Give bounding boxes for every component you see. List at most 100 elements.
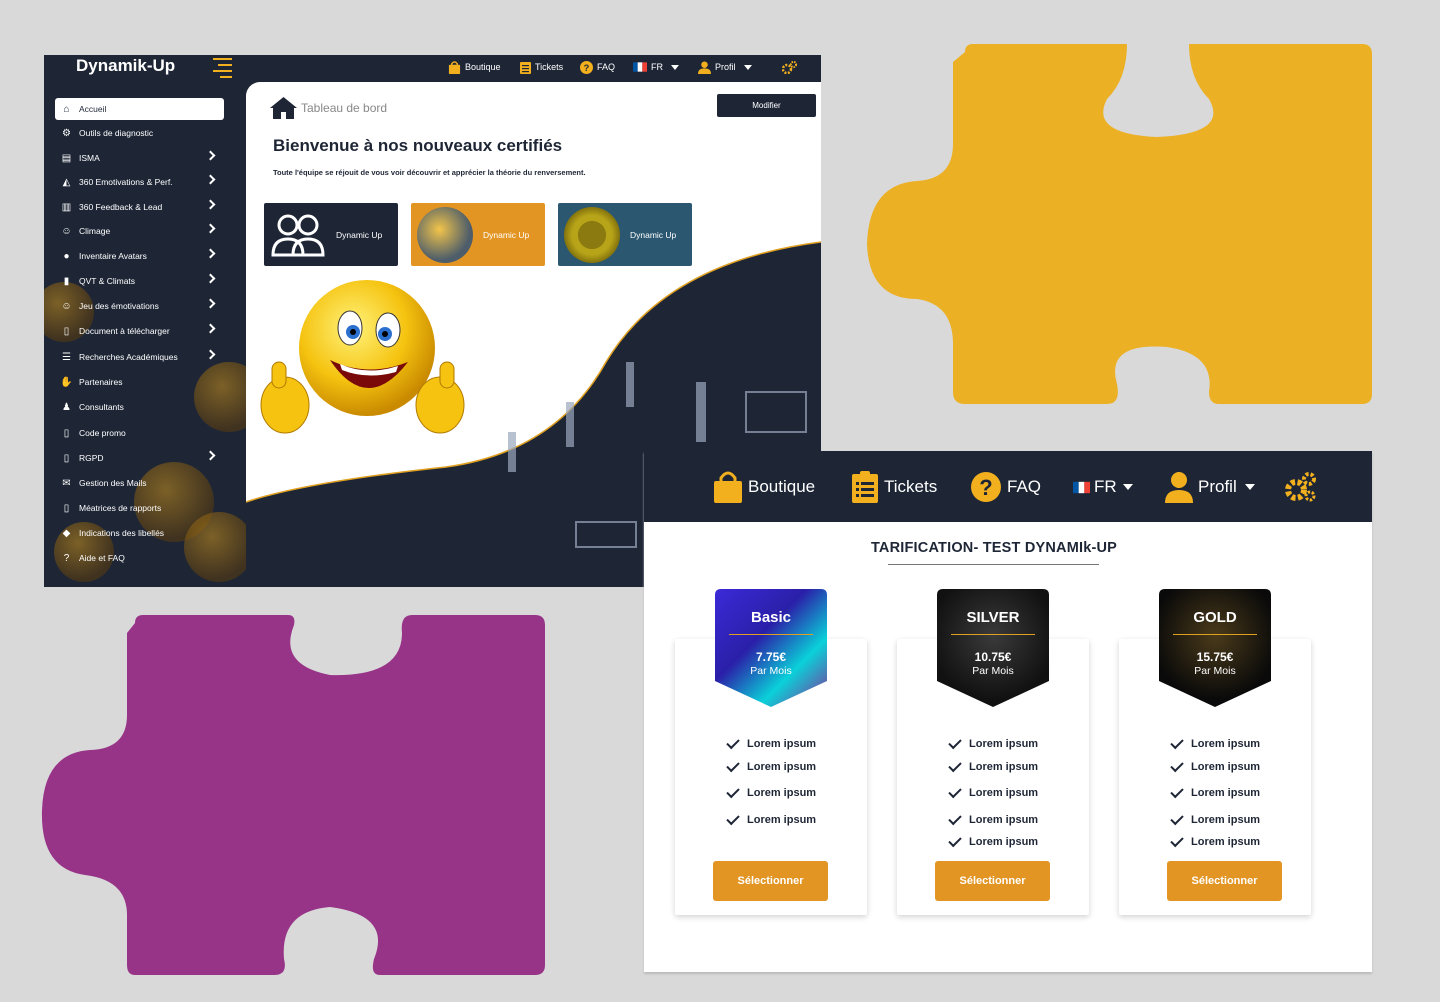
nav-faq[interactable]: ? FAQ bbox=[580, 57, 615, 77]
yellow-puzzle-piece bbox=[867, 44, 1372, 404]
check-icon bbox=[948, 833, 962, 848]
question-circle-icon: ? bbox=[580, 60, 593, 74]
check-icon bbox=[948, 811, 962, 826]
chevron-right-icon bbox=[205, 273, 216, 284]
pricing-title: TARIFICATION- TEST DYNAMIk-UP bbox=[870, 540, 1118, 556]
dashboard-top-bar: Dynamik-Up Boutique Tickets ? FAQ FR Pro… bbox=[44, 55, 821, 82]
sidebar-item-label: Aide et FAQ bbox=[79, 553, 125, 563]
france-flag-icon bbox=[633, 62, 647, 72]
dynamic-up-card-1[interactable]: Dynamic Up bbox=[264, 203, 398, 266]
nav-shop-label: Boutique bbox=[748, 477, 816, 496]
check-icon bbox=[1170, 735, 1184, 750]
sidebar-item-10[interactable]: ▯ Document à télécharger bbox=[55, 320, 224, 342]
sidebar-item-14[interactable]: ▯ Code promo bbox=[55, 422, 224, 444]
plan-name: Basic bbox=[750, 609, 792, 626]
language-label: FR bbox=[1094, 477, 1117, 496]
hamburger-menu-icon[interactable] bbox=[213, 58, 232, 78]
language-select[interactable]: FR bbox=[1073, 471, 1133, 503]
dynamic-up-card-3[interactable]: Dynamic Up bbox=[558, 203, 692, 266]
sidebar-item-label: Code promo bbox=[79, 428, 126, 438]
plan-feature: Lorem ipsum bbox=[948, 811, 1038, 826]
nav-shop[interactable]: Boutique bbox=[448, 57, 501, 77]
svg-text:?: ? bbox=[979, 475, 992, 500]
profile-menu[interactable]: Profil bbox=[1165, 471, 1255, 503]
plan-feature: Lorem ipsum bbox=[726, 784, 816, 799]
check-icon bbox=[726, 784, 740, 799]
nav-tickets[interactable]: Tickets bbox=[520, 57, 563, 77]
nav-shop[interactable]: Boutique bbox=[713, 471, 815, 503]
dynamic-up-card-2[interactable]: Dynamic Up bbox=[411, 203, 545, 266]
modify-button[interactable]: Modifier bbox=[717, 94, 816, 117]
feature-label: Lorem ipsum bbox=[1191, 761, 1261, 773]
sidebar-item-12[interactable]: ✋ Partenaires bbox=[55, 371, 224, 393]
thumbs-up-smiley-image bbox=[260, 280, 465, 434]
sidebar-item-17[interactable]: ▯ Méatrices de rapports bbox=[55, 497, 224, 519]
check-icon bbox=[948, 784, 962, 799]
select-plan-button[interactable]: Sélectionner bbox=[713, 861, 828, 901]
sidebar-item-4[interactable]: ◭ 360 Emotivations & Perf. bbox=[55, 171, 224, 193]
sidebar-item-label: Jeu des émotivations bbox=[79, 301, 159, 311]
chevron-right-icon bbox=[205, 323, 216, 334]
list-icon: ☰ bbox=[62, 351, 71, 363]
chevron-right-icon bbox=[205, 248, 216, 259]
nav-faq[interactable]: ? FAQ bbox=[971, 471, 1041, 503]
plan-period: Par Mois bbox=[750, 665, 792, 677]
user-tie-icon: ♟ bbox=[62, 401, 71, 413]
plan-feature: Lorem ipsum bbox=[726, 758, 817, 773]
settings-button[interactable] bbox=[782, 57, 797, 77]
plan-feature: Lorem ipsum bbox=[948, 735, 1038, 750]
plan-price: 10.75€ bbox=[974, 650, 1012, 664]
nav-faq-label: FAQ bbox=[1007, 477, 1042, 496]
profile-label: Profil bbox=[1198, 477, 1237, 496]
sidebar-item-1[interactable]: ⌂ Accueil bbox=[55, 98, 224, 120]
caret-down-icon bbox=[1244, 484, 1255, 490]
sidebar-item-label: 360 Feedback & Lead bbox=[79, 202, 163, 212]
nav-tickets[interactable]: Tickets bbox=[852, 471, 937, 503]
caret-down-icon bbox=[743, 64, 752, 70]
sidebar-item-9[interactable]: ☺ Jeu des émotivations bbox=[55, 295, 224, 317]
title-divider bbox=[888, 564, 1099, 565]
plan-price: 7.75€ bbox=[755, 650, 787, 664]
sidebar-item-3[interactable]: ▤ ISMA bbox=[55, 147, 224, 169]
plan-feature: Lorem ipsum bbox=[1170, 811, 1260, 826]
check-icon bbox=[1170, 784, 1184, 799]
welcome-title: Bienvenue à nos nouveaux certifiés bbox=[273, 136, 563, 155]
sidebar-item-11[interactable]: ☰ Recherches Académiques bbox=[55, 346, 224, 368]
sidebar-item-15[interactable]: ▯ RGPD bbox=[55, 447, 224, 469]
chevron-right-icon bbox=[205, 199, 216, 210]
home-icon: ⌂ bbox=[63, 103, 70, 115]
language-select[interactable]: FR bbox=[633, 57, 679, 77]
shopping-bag-icon bbox=[714, 471, 742, 503]
shopping-bag-icon bbox=[448, 60, 461, 74]
sidebar-item-19[interactable]: ? Aide et FAQ bbox=[55, 547, 224, 569]
select-plan-button[interactable]: Sélectionner bbox=[1167, 861, 1282, 901]
plan-feature: Lorem ipsum bbox=[1170, 735, 1260, 750]
plan-feature: Lorem ipsum bbox=[726, 811, 816, 826]
sidebar-item-2[interactable]: ⚙ Outils de diagnostic bbox=[55, 122, 224, 144]
check-icon bbox=[1170, 833, 1184, 848]
card-avatar-image bbox=[417, 206, 473, 263]
select-plan-button[interactable]: Sélectionner bbox=[935, 861, 1050, 901]
sidebar-item-13[interactable]: ♟ Consultants bbox=[55, 396, 224, 418]
profile-label: Profil bbox=[715, 62, 736, 72]
sidebar-item-label: Accueil bbox=[79, 104, 107, 114]
sidebar-item-6[interactable]: ☺ Climage bbox=[55, 220, 224, 242]
sidebar-item-8[interactable]: ▮ QVT & Climats bbox=[55, 270, 224, 292]
sidebar-item-5[interactable]: ▥ 360 Feedback & Lead bbox=[55, 196, 224, 218]
sidebar-item-label: Méatrices de rapports bbox=[79, 503, 162, 513]
sidebar-item-label: Recherches Académiques bbox=[79, 352, 178, 362]
settings-button[interactable] bbox=[1284, 471, 1317, 503]
sidebar: ⌂ Accueil ⚙ Outils de diagnostic ▤ ISMA ◭ 360 E… bbox=[44, 82, 246, 587]
nav-shop-label: Boutique bbox=[465, 62, 501, 72]
sidebar-item-label: Partenaires bbox=[79, 377, 123, 387]
plan-period: Par Mois bbox=[1194, 665, 1236, 677]
profile-menu[interactable]: Profil bbox=[698, 57, 752, 77]
breadcrumb: Tableau de bord bbox=[270, 97, 387, 119]
sidebar-item-7[interactable]: ● Inventaire Avatars bbox=[55, 245, 224, 267]
plan-feature: Lorem ipsum bbox=[1170, 758, 1261, 773]
home-icon bbox=[270, 97, 297, 119]
sidebar-item-16[interactable]: ✉ Gestion des Mails bbox=[55, 472, 224, 494]
sidebar-item-18[interactable]: ◆ Indications des libellés bbox=[55, 522, 224, 544]
feature-label: Lorem ipsum bbox=[747, 761, 817, 773]
bar-chart-icon: ▥ bbox=[61, 201, 72, 213]
